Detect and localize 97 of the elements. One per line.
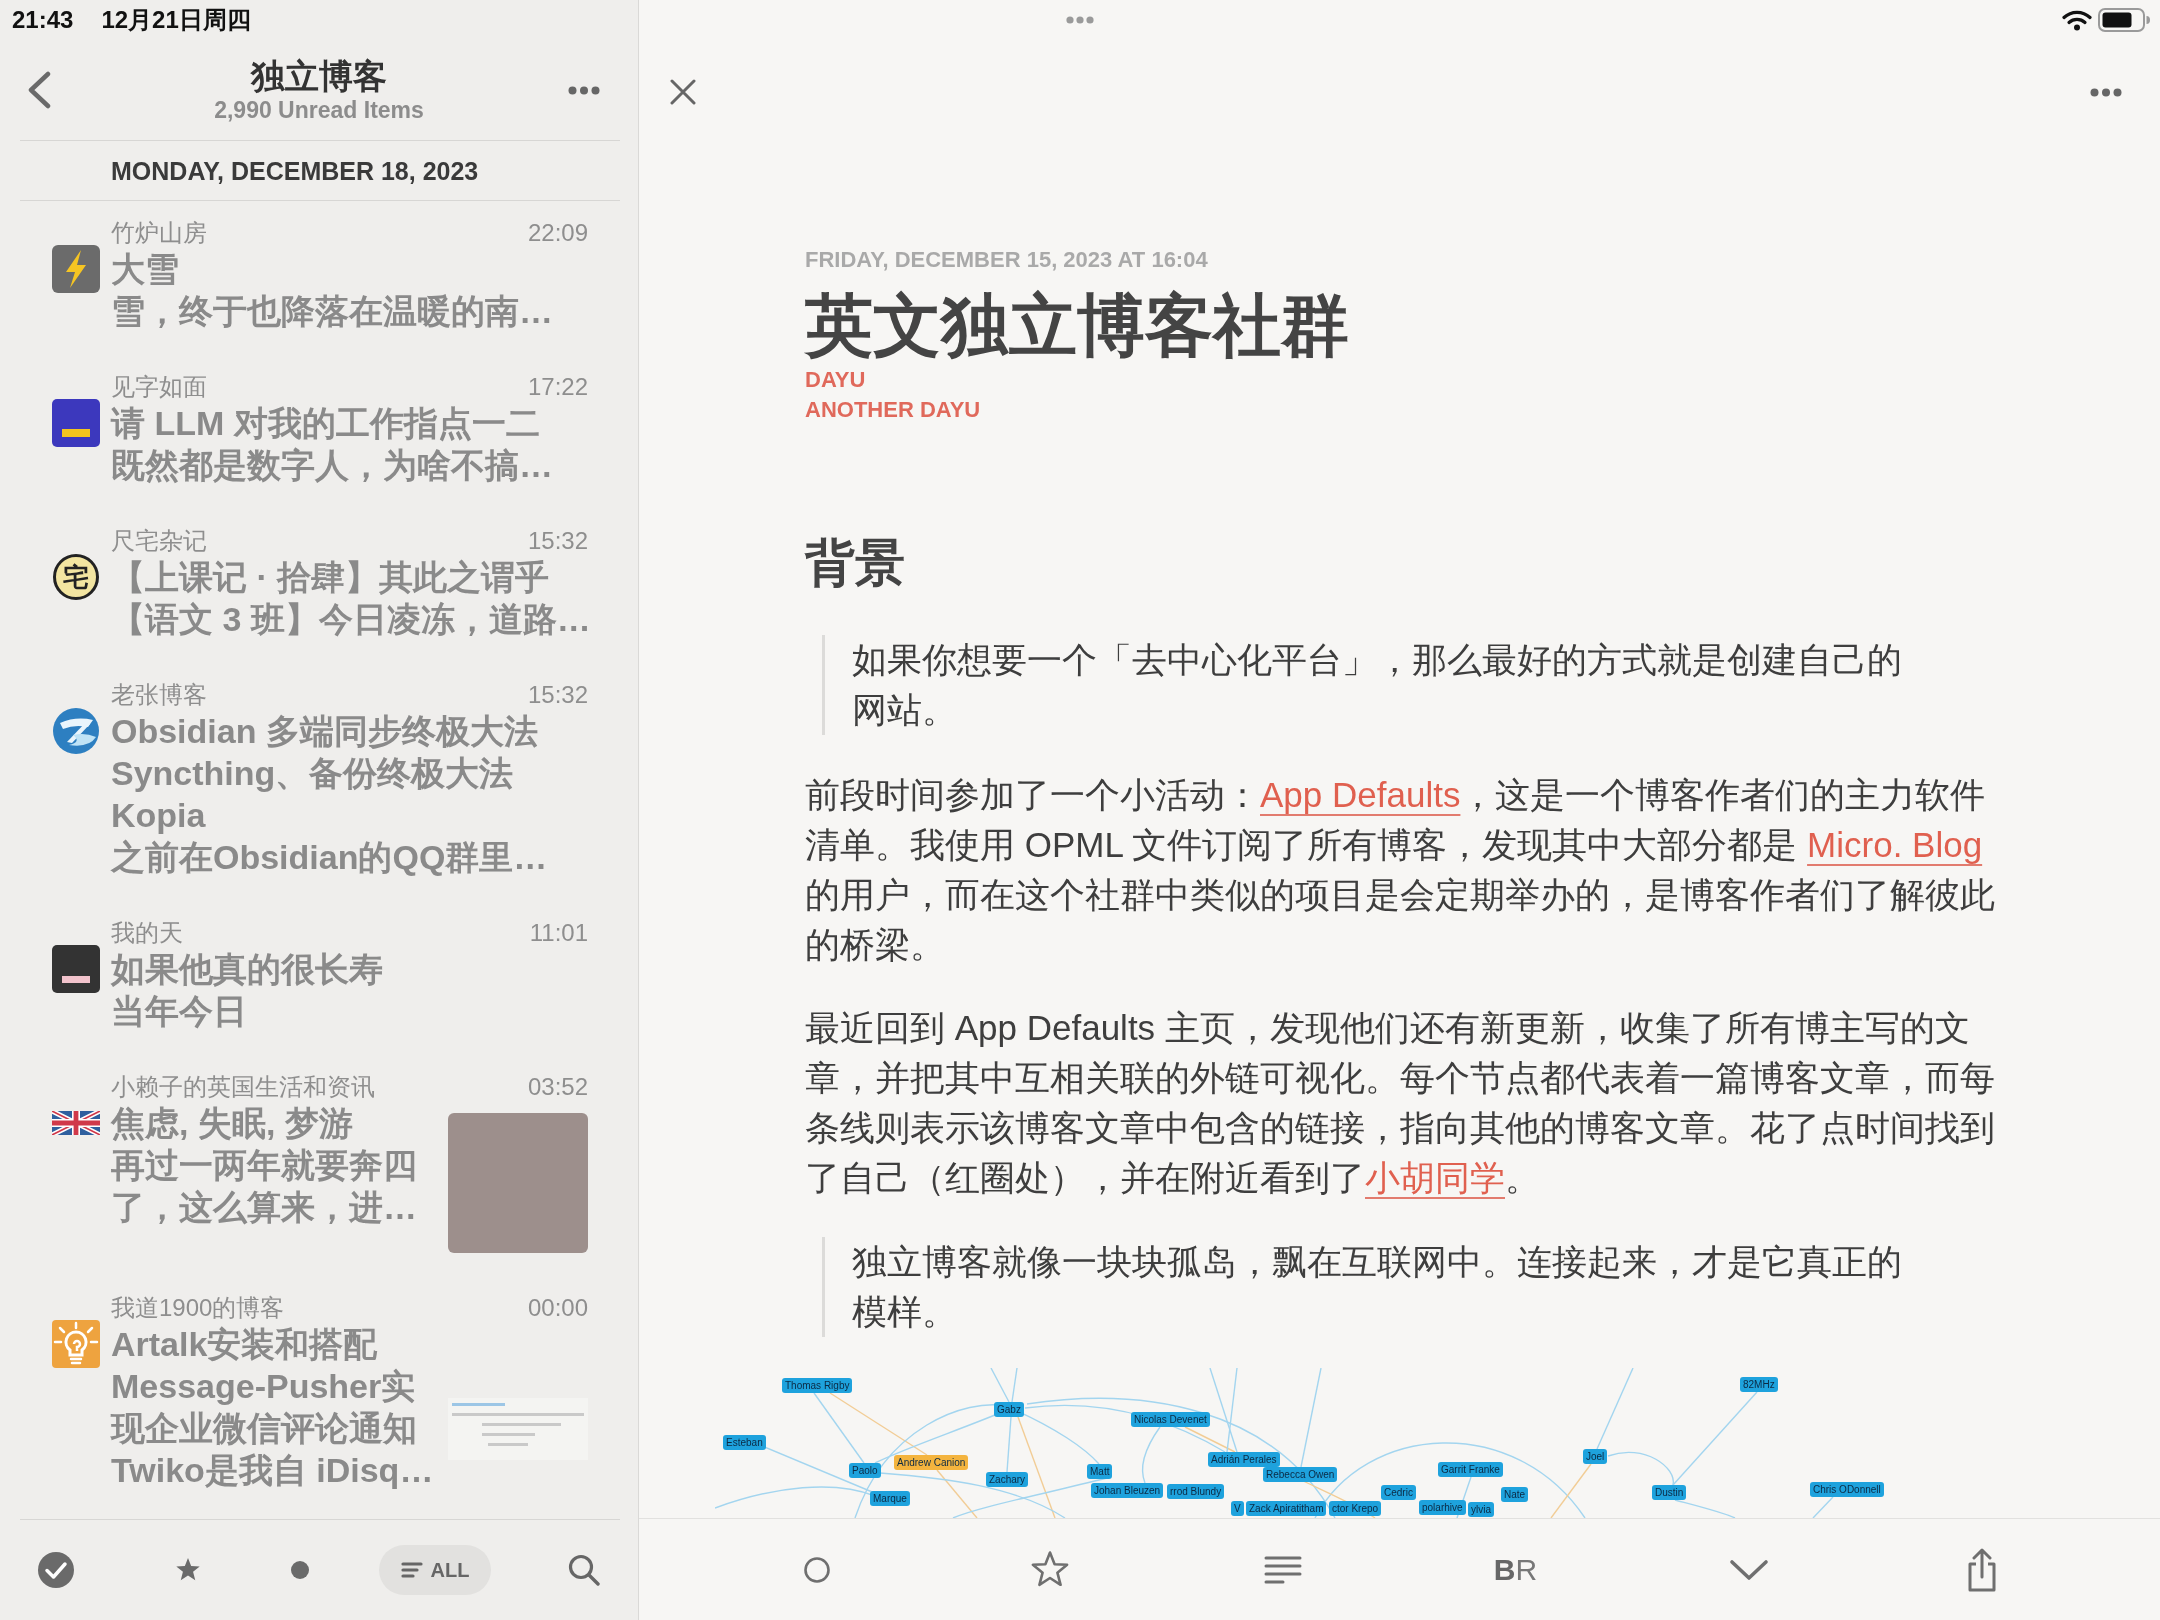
item-summary: 之前在Obsidian的QQ群里…: [111, 837, 548, 878]
graph-node: Rebecca Owen: [1263, 1467, 1338, 1482]
circle-icon[interactable]: [803, 1556, 830, 1583]
item-title[interactable]: 焦虑, 失眠, 梦游: [111, 1102, 437, 1144]
item-summary: Twiko是我自 iDisq…: [111, 1450, 435, 1491]
bionic-reading-button[interactable]: BR: [1493, 1552, 1538, 1587]
graph-node: 82MHz: [1740, 1377, 1778, 1392]
article-link[interactable]: 小胡同学: [1365, 1158, 1505, 1197]
all-filter-button[interactable]: ALL: [378, 1545, 492, 1595]
article-title: 英文独立博客社群: [805, 286, 1349, 365]
swoosh-logo-icon: [53, 708, 99, 754]
graph-node: Paolo: [849, 1463, 881, 1478]
status-date: 12月21日周四: [101, 6, 251, 34]
item-time: 00:00: [527, 1293, 588, 1323]
chevron-down-icon[interactable]: [1728, 1557, 1769, 1582]
graph-node: Nate: [1501, 1487, 1529, 1502]
more-icon[interactable]: [568, 85, 600, 95]
article-link[interactable]: App Defaults: [1260, 775, 1461, 814]
battery-icon: [2098, 8, 2150, 32]
graph-node: V: [1231, 1501, 1244, 1516]
item-summary: 既然都是数字人，为啥不搞…: [111, 445, 553, 486]
author-name[interactable]: DAYU: [805, 365, 866, 395]
item-title[interactable]: Obsidian 多端同步终极大法 Syncthing、备份终极大法 Kopia: [111, 710, 588, 836]
feed-title: 独立博客: [251, 56, 387, 96]
article-paragraph: 前段时间参加了一个小活动：App Defaults，这是一个博客作者们的主力软件清单。我使用 OPML 文件订阅了所有博客，发现其中大部分都是 Micro. Blog 的用户，而在这个社群中类似的项目是会定期举办的，是博客作者们了解彼此的桥梁。: [805, 774, 1996, 966]
blockquote: 如果你想要一个「去中心化平台」，那么最好的方式就是创建自己的网站。: [822, 635, 1917, 735]
feed-logo: 宅: [53, 554, 99, 600]
graph-node: Andrew Canion: [894, 1455, 969, 1470]
graph-node: Joel: [1583, 1449, 1608, 1464]
graph-node: Garrit Franke: [1438, 1462, 1503, 1477]
graph-node: Gabz: [994, 1402, 1024, 1417]
item-time: 11:01: [529, 918, 588, 948]
item-time: 15:32: [527, 526, 588, 556]
star-icon[interactable]: [1030, 1550, 1069, 1589]
blockquote: 独立博客就像一块块孤岛，飘在互联网中。连接起来，才是它真正的模样。: [822, 1237, 1917, 1337]
section-heading: 背景: [805, 534, 905, 593]
date-header: MONDAY, DECEMBER 18, 2023: [111, 155, 479, 186]
graph-node: polarhive: [1419, 1500, 1466, 1515]
graph-node: Chris ODonnell: [1810, 1482, 1884, 1497]
item-time: 17:22: [527, 372, 588, 402]
check-circle-icon[interactable]: [38, 1552, 74, 1588]
bar-tile-icon: [52, 945, 100, 993]
graph-node: rrod Blundy: [1167, 1484, 1225, 1499]
graph-node: Johan Bleuzen: [1091, 1483, 1164, 1498]
feed-name: 我道1900的博客: [111, 1293, 285, 1323]
graph-node: Dustin: [1652, 1485, 1687, 1500]
graph-node: Cedric: [1381, 1485, 1416, 1500]
item-title[interactable]: 大雪: [111, 248, 588, 290]
lightbulb-icon: [52, 1320, 100, 1368]
feed-name: 竹炉山房: [111, 218, 207, 248]
author-name[interactable]: ANOTHER DAYU: [805, 395, 981, 425]
starred-filter-button[interactable]: [175, 1557, 201, 1583]
graph-node: ylvia: [1468, 1502, 1494, 1517]
back-icon[interactable]: [27, 71, 51, 109]
flag-icon: [52, 1111, 100, 1135]
item-time: 22:09: [527, 218, 588, 248]
lightning-icon: [52, 245, 100, 293]
item-summary: 当年今日: [111, 991, 247, 1032]
item-summary: 再过一两年就要奔四了，这么算来，进…: [111, 1145, 418, 1228]
item-time: 03:52: [527, 1072, 588, 1102]
graph-node: ctor Krepo: [1329, 1501, 1382, 1516]
item-time: 15:32: [527, 680, 588, 710]
article-paragraph: 最近回到 App Defaults 主页，发现他们还有新更新，收集了所有博主写的文章，并把其中互相关联的外链可视化。每个节点都代表着一篇博客文章，而每条线则表示该博客文章中包含的链接，指向其他的博客文章。花了点时间找到了自己（红圈处），并在附近看到了小胡同学。: [805, 1007, 1996, 1199]
dot-icon: [291, 1561, 309, 1579]
graph-node: Matt: [1087, 1464, 1113, 1479]
bar-tile-icon: [52, 399, 100, 447]
item-title[interactable]: 【上课记 · 拾肆】其此之谓乎: [111, 556, 588, 598]
text-lines-icon[interactable]: [1263, 1555, 1302, 1584]
graph-node: Esteban: [723, 1435, 766, 1450]
unread-count: 2,990 Unread Items: [214, 96, 424, 124]
more-icon[interactable]: [2090, 87, 2122, 97]
feed-name: 我的天: [111, 918, 183, 948]
feed-name: 小赖子的英国生活和资讯: [111, 1072, 375, 1102]
article-link[interactable]: Micro. Blog: [1807, 825, 1983, 864]
status-time: 21:43: [12, 6, 74, 34]
star-icon: [175, 1557, 201, 1583]
search-icon[interactable]: [568, 1554, 600, 1586]
item-title[interactable]: Artalk安装和搭配 Message-Pusher实现企业微信评论通知: [111, 1323, 437, 1449]
article-dateline: FRIDAY, DECEMBER 15, 2023 AT 16:04: [805, 246, 1208, 274]
graph-node: Thomas Rigby: [782, 1378, 853, 1393]
item-title[interactable]: 请 LLM 对我的工作指点一二: [111, 402, 588, 444]
feed-name: 老张博客: [111, 680, 207, 710]
graph-node: Nicolas Devenet: [1131, 1412, 1210, 1427]
unread-filter-button[interactable]: [291, 1561, 309, 1579]
graph-node: Marque: [870, 1491, 910, 1506]
graph-node: Zack Apiratitham: [1246, 1501, 1327, 1516]
item-summary: 雪，终于也降落在温暖的南…: [111, 291, 553, 332]
feed-name: 见字如面: [111, 372, 207, 402]
item-summary: 【语文 3 班】今日凌冻，道路…: [111, 599, 591, 640]
graph-node: Zachary: [986, 1472, 1029, 1487]
dots-icon[interactable]: [1066, 16, 1094, 24]
item-title[interactable]: 如果他真的很长寿: [111, 948, 588, 990]
close-icon[interactable]: [670, 79, 696, 105]
feed-name: 尺宅杂记: [111, 526, 207, 556]
graph-node: Adrián Perales: [1208, 1452, 1280, 1467]
lines-icon: [400, 1562, 423, 1578]
wifi-icon: [2062, 9, 2092, 31]
